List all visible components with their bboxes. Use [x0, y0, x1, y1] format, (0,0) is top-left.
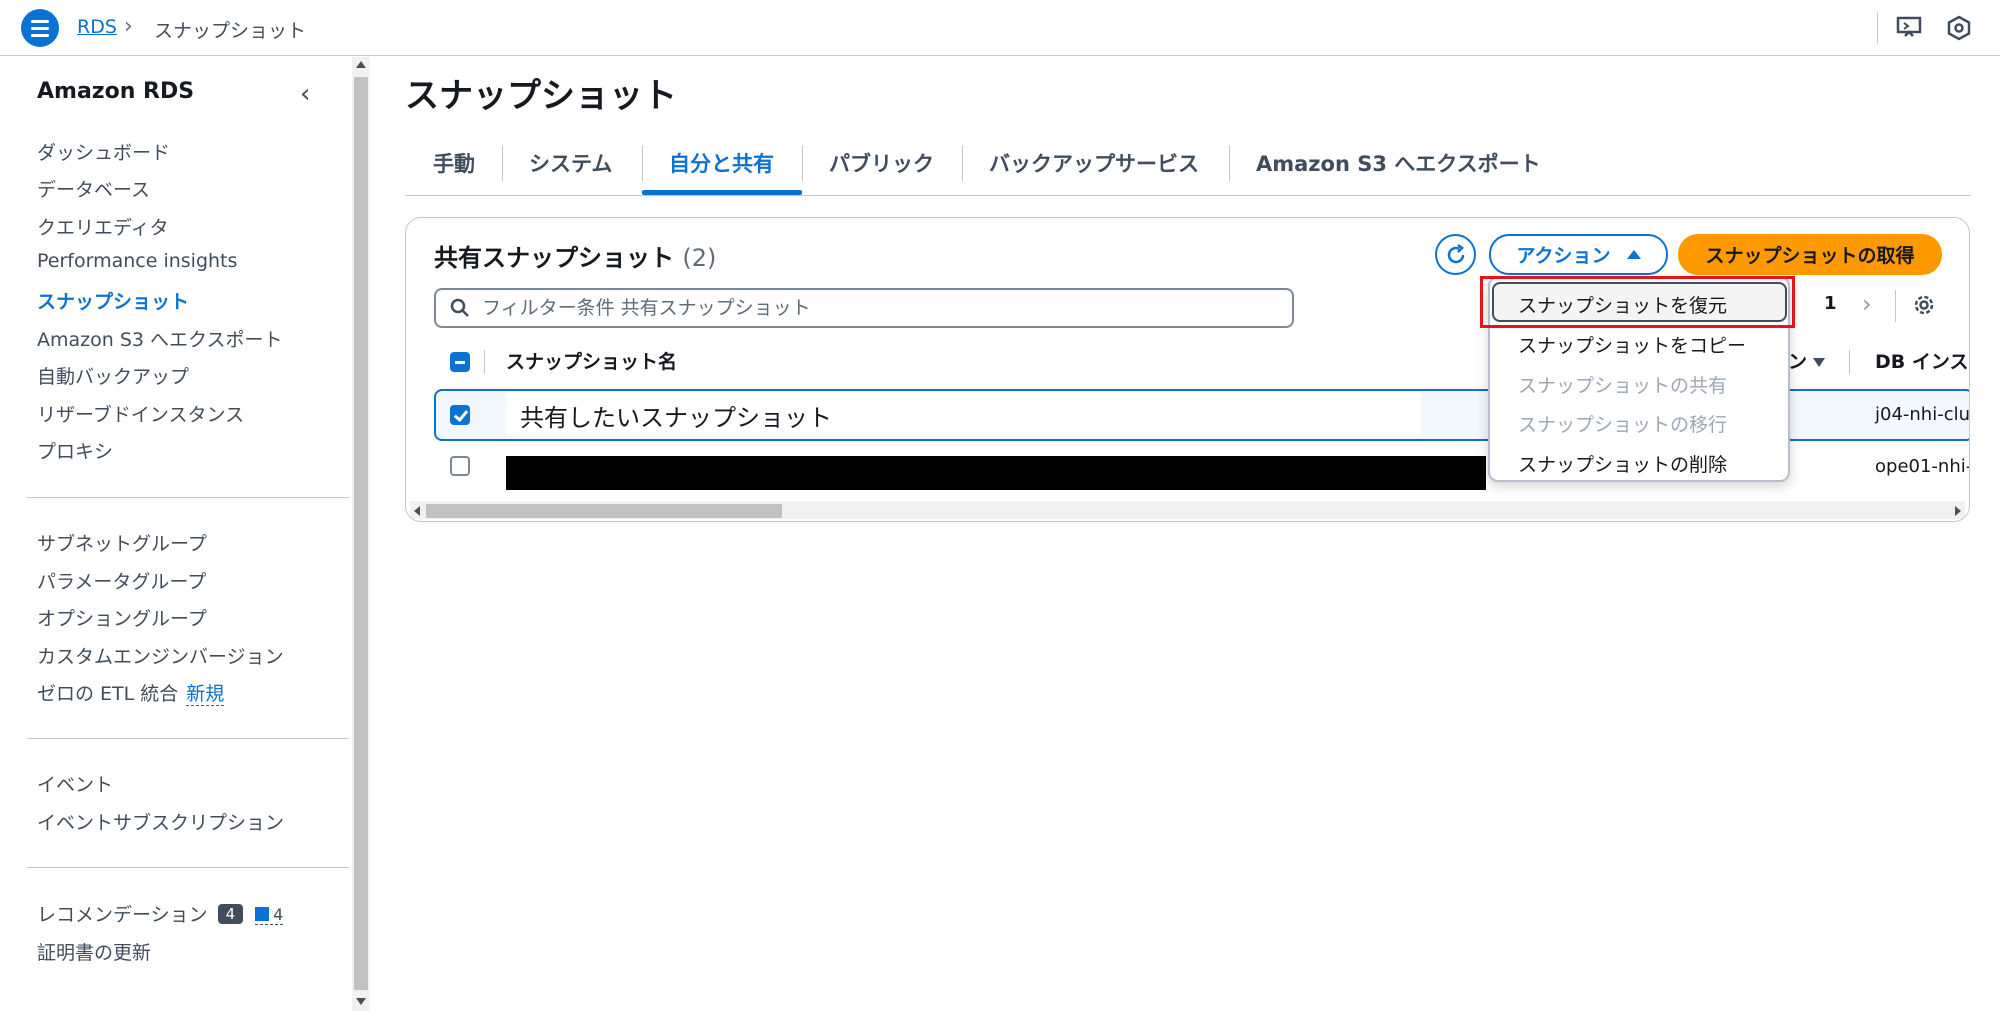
panel-title-text: 共有スナップショット	[434, 244, 674, 272]
filter-input[interactable]	[482, 297, 1262, 319]
collapse-chevron-icon[interactable]: ‹	[300, 79, 310, 109]
tab-public[interactable]: パブリック	[829, 148, 934, 178]
sidebar-item-custom-engine-versions[interactable]: カスタムエンジンバージョン	[37, 642, 284, 669]
row-checkbox[interactable]	[450, 456, 470, 476]
page-title: スナップショット	[405, 76, 677, 116]
scroll-up-icon[interactable]	[356, 61, 366, 68]
column-header-truncated[interactable]: ン	[1788, 347, 1807, 374]
tab-s3-export[interactable]: Amazon S3 へエクスポート	[1256, 148, 1541, 178]
menu-item-delete-snapshot[interactable]: スナップショットの削除	[1518, 450, 1727, 477]
info-square-icon	[255, 907, 270, 921]
scroll-thumb[interactable]	[426, 504, 782, 518]
tab-divider	[1229, 145, 1230, 181]
sidebar-item-dashboard[interactable]: ダッシュボード	[37, 138, 170, 165]
db-instance-cell: j04-nhi-clu	[1875, 404, 1970, 425]
row-checkbox[interactable]	[450, 405, 470, 425]
tab-divider	[802, 145, 803, 181]
sidebar-item-performance-insights[interactable]: Performance insights	[37, 250, 237, 272]
scroll-down-icon[interactable]	[356, 998, 366, 1005]
annotation-highlight-box	[1480, 276, 1795, 328]
sidebar-item-subnet-groups[interactable]: サブネットグループ	[37, 529, 207, 556]
breadcrumb-current: スナップショット	[154, 20, 307, 42]
scroll-left-icon[interactable]	[414, 506, 420, 516]
tab-divider	[962, 145, 963, 181]
active-tab-indicator	[642, 190, 802, 195]
menu-icon[interactable]	[21, 9, 59, 47]
menu-item-copy-snapshot[interactable]: スナップショットをコピー	[1518, 331, 1746, 358]
search-icon	[450, 298, 469, 317]
sidebar-item-event-subscriptions[interactable]: イベントサブスクリプション	[37, 808, 284, 835]
sidebar-item-snapshots[interactable]: スナップショット	[37, 287, 189, 314]
sidebar-item-certificate-update[interactable]: 証明書の更新	[37, 938, 151, 965]
sidebar-divider	[27, 738, 349, 739]
tab-shared-with-me[interactable]: 自分と共有	[669, 148, 774, 178]
take-snapshot-button[interactable]: スナップショットの取得	[1678, 234, 1942, 275]
sidebar-item-label: ゼロの ETL 統合	[37, 683, 179, 705]
chevron-right-icon[interactable]: ›	[1862, 290, 1872, 318]
scroll-right-icon[interactable]	[1955, 506, 1961, 516]
top-bar: RDS › スナップショット	[0, 0, 2000, 56]
tab-bar: 手動 システム 自分と共有 パブリック バックアップサービス Amazon S3…	[405, 140, 1970, 196]
sidebar-item-query-editor[interactable]: クエリエディタ	[37, 213, 169, 240]
db-instance-cell: ope01-nhi-	[1875, 456, 1970, 477]
sidebar-item-events[interactable]: イベント	[37, 770, 113, 797]
panel-title: 共有スナップショット (2)	[434, 238, 716, 273]
column-header-db-instance[interactable]: DB インスタ	[1875, 347, 1969, 374]
new-badge[interactable]: 新規	[186, 683, 225, 706]
filter-box[interactable]	[434, 288, 1294, 328]
chevron-right-icon: ›	[124, 14, 133, 39]
divider	[1877, 12, 1878, 44]
column-divider	[484, 350, 485, 374]
scroll-thumb[interactable]	[354, 77, 368, 990]
sidebar-divider	[27, 497, 349, 498]
divider	[1895, 290, 1896, 322]
settings-hex-icon[interactable]	[1946, 15, 1972, 41]
actions-button[interactable]: アクション	[1489, 234, 1668, 275]
menu-item-migrate-snapshot: スナップショットの移行	[1518, 414, 1728, 436]
column-header-snapshot-name[interactable]: スナップショット名	[506, 347, 677, 374]
refresh-icon	[1447, 243, 1464, 263]
tab-system[interactable]: システム	[529, 148, 612, 178]
tab-backup-service[interactable]: バックアップサービス	[989, 148, 1199, 178]
tab-divider	[642, 145, 643, 181]
refresh-button[interactable]	[1435, 234, 1476, 275]
page-number[interactable]: 1	[1824, 293, 1837, 314]
tab-manual[interactable]: 手動	[433, 148, 475, 178]
info-count[interactable]: 4	[255, 904, 284, 925]
sidebar-item-s3-export[interactable]: Amazon S3 へエクスポート	[37, 325, 282, 352]
sidebar-item-proxies[interactable]: プロキシ	[37, 437, 113, 464]
info-count-value: 4	[273, 904, 284, 924]
gear-icon[interactable]	[1911, 292, 1937, 318]
sort-down-icon[interactable]	[1813, 358, 1825, 367]
tab-divider	[502, 145, 503, 181]
horizontal-scrollbar[interactable]	[410, 501, 1965, 519]
sidebar-title: Amazon RDS	[37, 79, 195, 104]
feedback-icon[interactable]	[1896, 15, 1922, 41]
sidebar-scrollbar[interactable]	[352, 57, 370, 1011]
sidebar-item-reserved-instances[interactable]: リザーブドインスタンス	[37, 400, 244, 427]
actions-button-label: アクション	[1516, 245, 1611, 267]
sidebar-item-databases[interactable]: データベース	[37, 175, 150, 202]
panel-count: (2)	[682, 244, 717, 272]
sidebar-item-parameter-groups[interactable]: パラメータグループ	[37, 567, 206, 594]
sidebar-item-recommendations[interactable]: レコメンデーション 4 4	[37, 900, 284, 927]
sidebar-divider	[27, 867, 349, 868]
snapshot-name-cell: 共有したいスナップショット	[506, 392, 1421, 436]
breadcrumb-rds-link[interactable]: RDS	[77, 16, 117, 38]
sidebar-item-automated-backups[interactable]: 自動バックアップ	[37, 362, 189, 389]
sidebar-item-zero-etl[interactable]: ゼロの ETL 統合 新規	[37, 679, 225, 706]
sidebar: Amazon RDS ‹ ダッシュボード データベース クエリエディタ Perf…	[0, 57, 350, 1011]
menu-item-share-snapshot: スナップショットの共有	[1518, 375, 1728, 397]
sidebar-item-label: レコメンデーション	[37, 904, 208, 926]
select-all-checkbox[interactable]	[450, 352, 470, 372]
column-divider	[1849, 350, 1850, 374]
redacted-snapshot-name	[506, 456, 1486, 490]
count-badge: 4	[217, 904, 244, 924]
sidebar-item-option-groups[interactable]: オプショングループ	[37, 604, 207, 631]
caret-up-icon	[1626, 250, 1641, 259]
